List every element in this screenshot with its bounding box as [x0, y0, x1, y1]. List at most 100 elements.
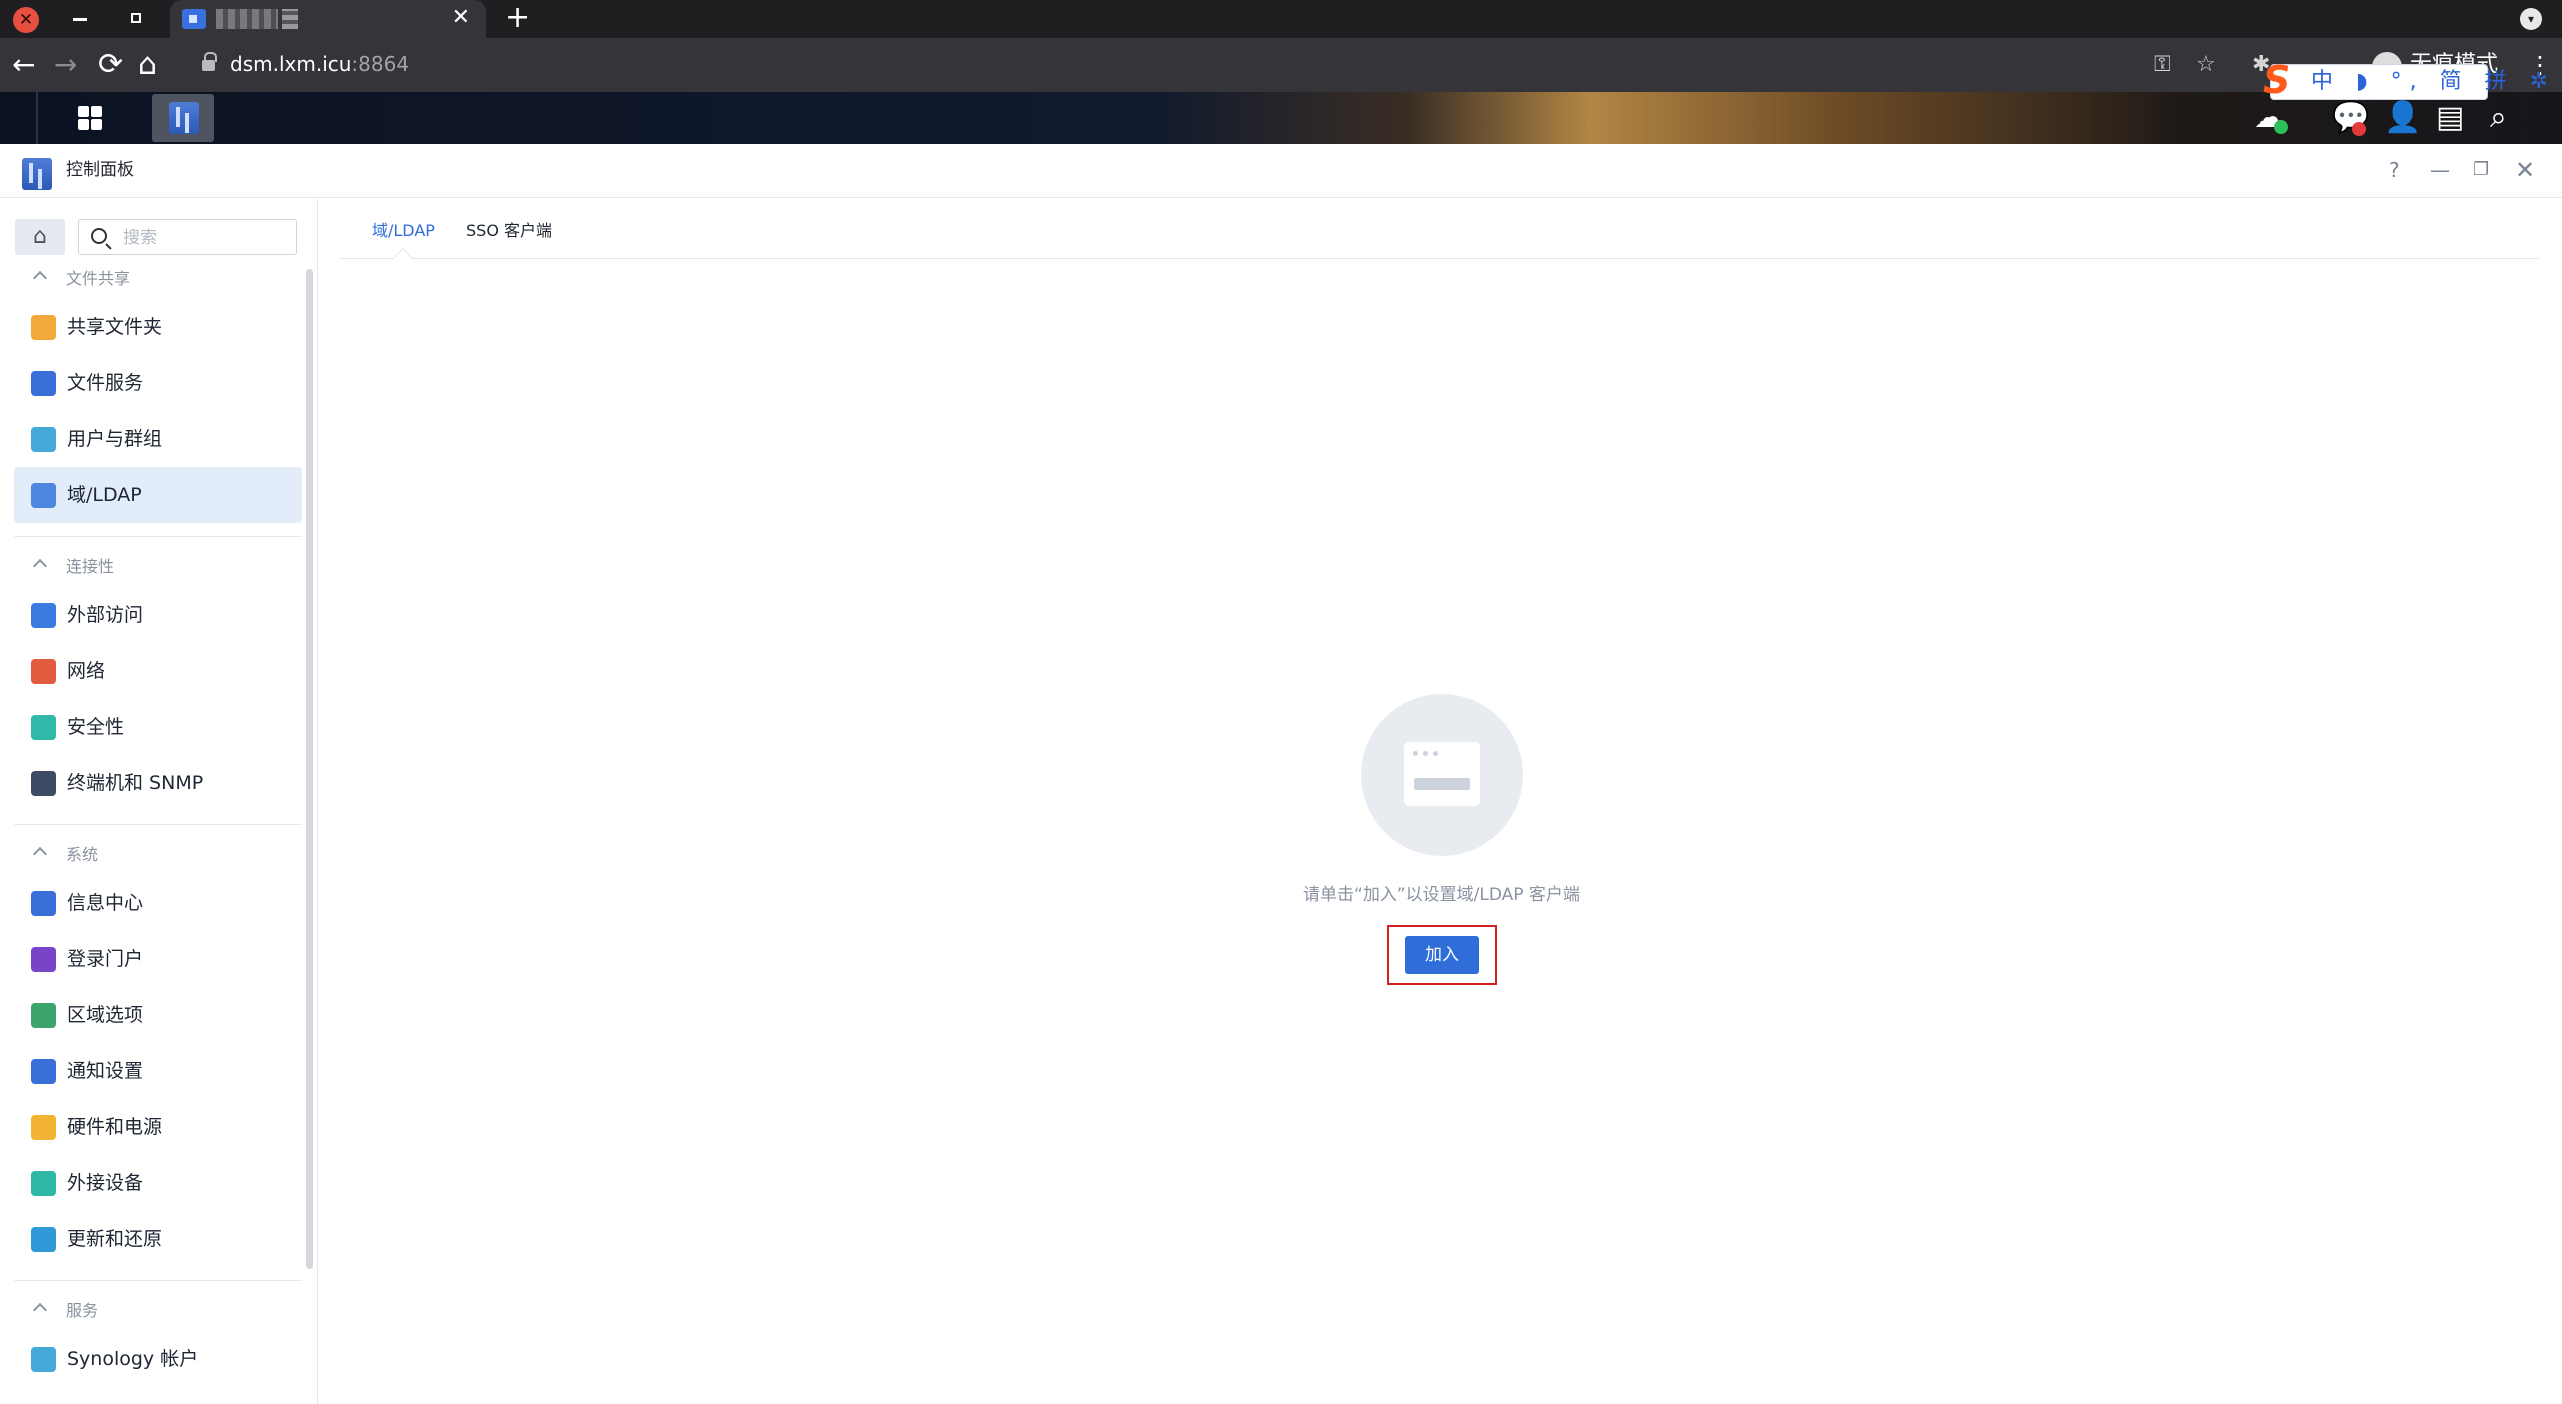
- forward-icon[interactable]: →: [54, 48, 77, 82]
- address-bar[interactable]: dsm.lxm.icu:8864: [230, 50, 409, 78]
- window-close-icon[interactable]: ✕: [13, 7, 39, 33]
- tab-favicon-icon: [182, 9, 206, 29]
- sidebar-item[interactable]: 通知设置: [14, 1043, 302, 1099]
- sidebar-item-label: 硬件和电源: [67, 1116, 163, 1138]
- lock-icon[interactable]: [202, 52, 217, 72]
- ime-toolbar[interactable]: S 中 ◗ °, 简 拼 ✲: [2263, 59, 2548, 101]
- help-icon[interactable]: ?: [2389, 156, 2400, 184]
- update-restore-icon: [31, 1227, 56, 1252]
- sidebar-item[interactable]: 用户与群组: [14, 411, 302, 467]
- window-title: 控制面板: [66, 160, 134, 180]
- external-devices-icon: [31, 1171, 56, 1196]
- search-icon: [91, 228, 107, 244]
- sidebar-group-label: 文件共享: [66, 269, 131, 288]
- sidebar-item-label: 外接设备: [67, 1172, 144, 1194]
- sidebar-group-header[interactable]: 文件共享: [0, 259, 300, 299]
- url-host: dsm.lxm.icu: [230, 52, 352, 76]
- synology-account-icon: [31, 1347, 56, 1372]
- tab-close-icon[interactable]: ✕: [452, 6, 470, 30]
- sogou-logo-icon: S: [2263, 58, 2291, 102]
- back-icon[interactable]: ←: [12, 48, 35, 82]
- browser-tab[interactable]: ✕: [170, 0, 486, 38]
- sidebar-scrollbar[interactable]: [306, 269, 313, 1269]
- sidebar-item[interactable]: 网络: [14, 643, 302, 699]
- sidebar-item[interactable]: Synology 帐户: [14, 1331, 302, 1387]
- sidebar-item-label: 域/LDAP: [67, 484, 142, 506]
- sidebar-item[interactable]: 外部访问: [14, 587, 302, 643]
- hardware-power-icon: [31, 1115, 56, 1140]
- file-services-icon: [31, 371, 56, 396]
- widgets-icon[interactable]: ▤: [2436, 100, 2464, 136]
- tab-bar: 域/LDAP SSO 客户端: [339, 199, 2539, 268]
- ime-options[interactable]: 中 ◗ °, 简 拼 ✲: [2311, 68, 2556, 96]
- main-panel: 域/LDAP SSO 客户端 请单击“加入”以设置域/LDAP 客户端 加入: [319, 199, 2562, 1404]
- home-button[interactable]: ⌂: [15, 219, 65, 255]
- notification-badge-icon: [2352, 122, 2366, 136]
- sidebar-item[interactable]: 信息中心: [14, 875, 302, 931]
- main-menu-icon[interactable]: [70, 98, 110, 138]
- notification-icon: [31, 1059, 56, 1084]
- tab-title-pixelated-tail: [282, 9, 298, 29]
- sidebar-item[interactable]: 域/LDAP: [14, 467, 302, 523]
- join-button[interactable]: 加入: [1405, 936, 1479, 974]
- sidebar-item[interactable]: 终端机和 SNMP: [14, 755, 302, 811]
- chevron-up-icon: [32, 846, 48, 862]
- sidebar-item-label: 共享文件夹: [67, 316, 163, 338]
- control-panel-icon: [22, 158, 52, 190]
- key-icon[interactable]: ⚿: [2154, 52, 2171, 78]
- sidebar-group-label: 服务: [66, 1301, 99, 1320]
- taskbar-divider: [36, 92, 38, 144]
- close-icon[interactable]: ✕: [2515, 156, 2535, 184]
- sidebar-group-header[interactable]: 连接性: [0, 547, 300, 587]
- bookmark-star-icon[interactable]: ☆: [2196, 52, 2216, 78]
- sidebar-nav: 文件共享共享文件夹文件服务 用户与群组域/LDAP 连接性外部访问网络安全性终端机和…: [0, 259, 302, 1387]
- sidebar-item-label: 更新和还原: [67, 1228, 163, 1250]
- window-minimize-icon[interactable]: [73, 18, 87, 21]
- external-access-icon: [31, 603, 56, 628]
- user-menu-icon[interactable]: 👤: [2384, 100, 2421, 136]
- dsm-taskbar: ☁ 💬 👤 ▤ ⌕: [0, 92, 2562, 144]
- tab-title-pixelated: [216, 9, 278, 29]
- regional-options-icon: [31, 1003, 56, 1028]
- sidebar-item-label: 安全性: [67, 716, 125, 738]
- empty-state-illustration: [1361, 694, 1523, 856]
- sidebar-item[interactable]: 登录门户: [14, 931, 302, 987]
- search-input[interactable]: [123, 226, 283, 250]
- window-placeholder-icon: [1404, 742, 1480, 806]
- sidebar-item[interactable]: 共享文件夹: [14, 299, 302, 355]
- search-box[interactable]: [78, 219, 297, 255]
- window-titlebar[interactable]: 控制面板 ? — ❐ ✕: [0, 144, 2562, 198]
- tab-search-chevron-icon[interactable]: ▾: [2520, 8, 2542, 30]
- restore-icon[interactable]: ❐: [2473, 156, 2489, 184]
- window-maximize-icon[interactable]: [131, 13, 141, 23]
- sidebar-item-label: 外部访问: [67, 604, 144, 626]
- network-icon: [31, 659, 56, 684]
- sidebar-item-label: 登录门户: [67, 948, 144, 970]
- sidebar-item[interactable]: 区域选项: [14, 987, 302, 1043]
- sidebar-item[interactable]: 更新和还原: [14, 1211, 302, 1267]
- group-separator: [14, 1267, 302, 1281]
- sidebar-item-label: 网络: [67, 660, 106, 682]
- reload-icon[interactable]: ⟳: [98, 48, 123, 82]
- home-icon[interactable]: ⌂: [138, 48, 157, 82]
- sidebar-item-label: 信息中心: [67, 892, 144, 914]
- tab-sso-client[interactable]: SSO 客户端: [466, 219, 552, 243]
- sidebar-item[interactable]: 文件服务: [14, 355, 302, 411]
- url-port: :8864: [351, 52, 410, 76]
- sync-ok-badge-icon: [2274, 120, 2288, 134]
- group-separator: [14, 523, 302, 537]
- sidebar-group-header[interactable]: 系统: [0, 835, 300, 875]
- empty-state-message: 请单击“加入”以设置域/LDAP 客户端: [1303, 885, 1580, 905]
- tab-domain-ldap[interactable]: 域/LDAP: [372, 219, 435, 243]
- sidebar-item[interactable]: 安全性: [14, 699, 302, 755]
- info-center-icon: [31, 891, 56, 916]
- minimize-icon[interactable]: —: [2430, 156, 2450, 184]
- new-tab-button[interactable]: +: [505, 2, 530, 34]
- taskbar-control-panel[interactable]: [152, 94, 214, 142]
- sidebar-item[interactable]: 硬件和电源: [14, 1099, 302, 1155]
- search-icon[interactable]: ⌕: [2490, 100, 2507, 136]
- sidebar-item-label: 通知设置: [67, 1060, 144, 1082]
- sidebar-group-header[interactable]: 服务: [0, 1291, 300, 1331]
- sidebar-item[interactable]: 外接设备: [14, 1155, 302, 1211]
- sidebar-item-label: 区域选项: [67, 1004, 144, 1026]
